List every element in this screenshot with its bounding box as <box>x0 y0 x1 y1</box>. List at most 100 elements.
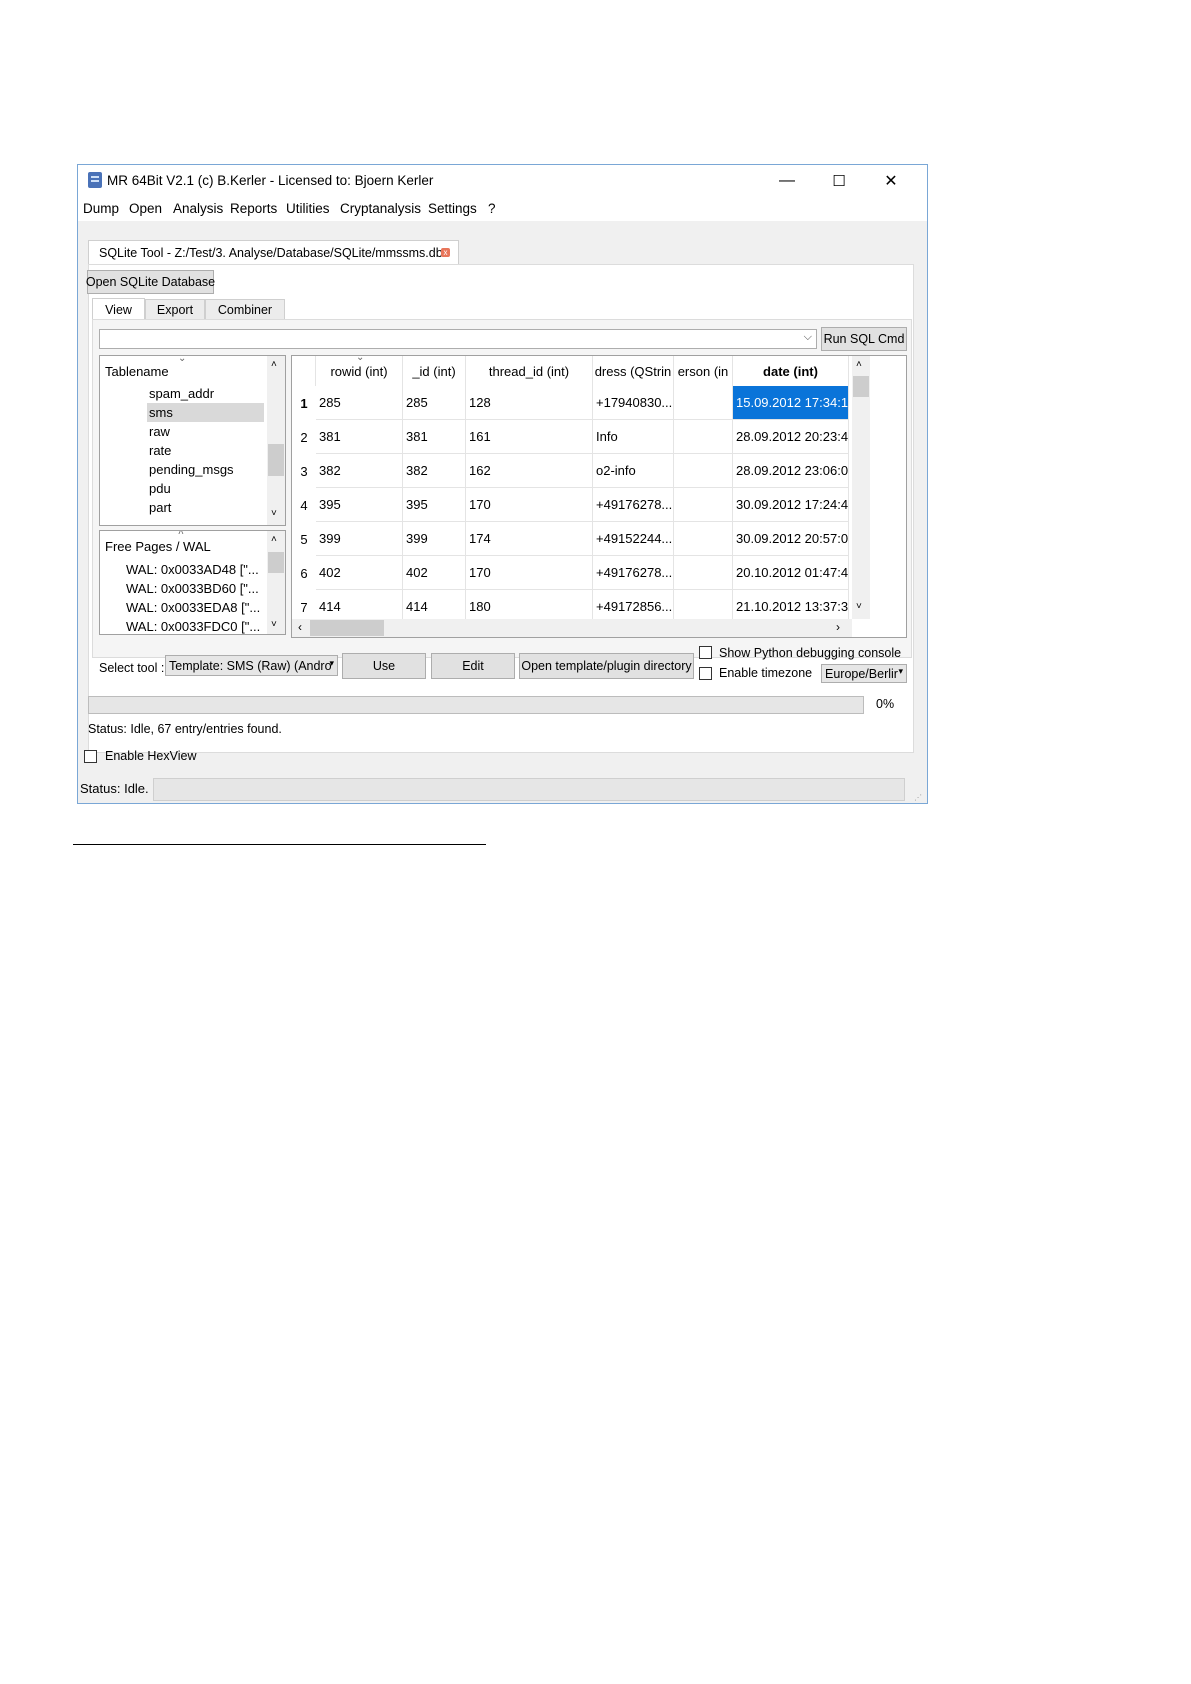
cell-address[interactable]: +49176278... <box>593 488 674 522</box>
column-header-person[interactable]: erson (in <box>674 356 733 386</box>
table-item-selected[interactable]: sms <box>147 403 264 422</box>
open-template-directory-button[interactable]: Open template/plugin directory <box>519 653 694 679</box>
open-sqlite-database-button[interactable]: Open SQLite Database <box>86 270 215 294</box>
cell-address[interactable]: +17940830... <box>593 386 674 420</box>
wal-item[interactable]: WAL: 0x0033AD48 ["... <box>126 562 259 577</box>
use-button[interactable]: Use <box>342 653 426 679</box>
tablelist-scrollbar[interactable]: ˄ ˅ <box>267 356 285 525</box>
run-sql-button[interactable]: Run SQL Cmd <box>821 327 907 351</box>
data-grid[interactable]: rowid (int) ⌄ _id (int) thread_id (int) … <box>291 355 907 638</box>
scroll-down-icon[interactable]: ˅ <box>271 619 277 630</box>
cell-id[interactable]: 285 <box>403 386 466 420</box>
cell-thread-id[interactable]: 161 <box>466 420 593 454</box>
scroll-thumb[interactable] <box>268 444 284 476</box>
sql-query-combo[interactable]: ⌵ <box>99 329 817 349</box>
timezone-checkbox[interactable] <box>699 667 712 680</box>
scroll-up-icon[interactable]: ˄ <box>856 359 862 370</box>
column-header-date[interactable]: date (int) <box>733 356 849 386</box>
minimize-button[interactable]: — <box>762 165 812 197</box>
resize-grip-icon[interactable]: ⋰ <box>914 793 922 802</box>
cell-person[interactable] <box>674 522 733 556</box>
template-select[interactable]: Template: SMS (Raw) (Andro ▾ <box>165 655 338 676</box>
cell-id[interactable]: 399 <box>403 522 466 556</box>
menu-help[interactable]: ? <box>488 201 496 216</box>
tab-export[interactable]: Export <box>145 299 205 320</box>
cell-date[interactable]: 28.09.2012 20:23:46 <box>733 420 849 454</box>
cell-rowid[interactable]: 382 <box>316 454 403 488</box>
menu-cryptanalysis[interactable]: Cryptanalysis <box>340 201 421 216</box>
column-header-address[interactable]: dress (QStrin <box>593 356 674 386</box>
cell-thread-id[interactable]: 162 <box>466 454 593 488</box>
cell-address[interactable]: o2-info <box>593 454 674 488</box>
scroll-thumb[interactable] <box>310 620 384 636</box>
grid-vertical-scrollbar[interactable]: ˄ ˅ <box>852 356 870 619</box>
cell-rowid[interactable]: 399 <box>316 522 403 556</box>
hexview-checkbox[interactable] <box>84 750 97 763</box>
menu-utilities[interactable]: Utilities <box>286 201 330 216</box>
cell-rowid[interactable]: 285 <box>316 386 403 420</box>
grid-horizontal-scrollbar[interactable]: ‹ › <box>292 619 852 637</box>
column-header-id[interactable]: _id (int) <box>403 356 466 386</box>
cell-date[interactable]: 30.09.2012 17:24:44 <box>733 488 849 522</box>
menu-open[interactable]: Open <box>129 201 162 216</box>
table-list[interactable]: ⌄ Tablename spam_addr sms raw rate pendi… <box>99 355 286 526</box>
timezone-select[interactable]: Europe/Berlir ▾ <box>821 664 907 683</box>
edit-button[interactable]: Edit <box>431 653 515 679</box>
free-pages-wal-list[interactable]: ˄ Free Pages / WAL WAL: 0x0033AD48 ["...… <box>99 530 286 635</box>
table-item[interactable]: spam_addr <box>147 384 264 403</box>
menu-analysis[interactable]: Analysis <box>173 201 223 216</box>
menu-settings[interactable]: Settings <box>428 201 477 216</box>
row-number[interactable]: 1 <box>292 386 316 420</box>
wal-item[interactable]: WAL: 0x0033BD60 ["... <box>126 581 259 596</box>
cell-id[interactable]: 395 <box>403 488 466 522</box>
cell-address[interactable]: Info <box>593 420 674 454</box>
table-item[interactable]: raw <box>147 422 264 441</box>
maximize-button[interactable]: ☐ <box>814 165 864 197</box>
cell-address[interactable]: +49176278... <box>593 556 674 590</box>
cell-address[interactable]: +49152244... <box>593 522 674 556</box>
scroll-down-icon[interactable]: ˅ <box>856 601 862 612</box>
cell-date[interactable]: 15.09.2012 17:34:14 <box>733 386 849 420</box>
table-item[interactable]: rate <box>147 441 264 460</box>
table-item[interactable]: part <box>147 498 264 517</box>
menu-dump[interactable]: Dump <box>83 201 119 216</box>
cell-id[interactable]: 382 <box>403 454 466 488</box>
cell-person[interactable] <box>674 488 733 522</box>
cell-thread-id[interactable]: 128 <box>466 386 593 420</box>
wal-scrollbar[interactable]: ˄ ˅ <box>267 531 285 634</box>
cell-rowid[interactable]: 395 <box>316 488 403 522</box>
close-button[interactable]: ✕ <box>866 165 916 197</box>
cell-thread-id[interactable]: 170 <box>466 556 593 590</box>
row-number[interactable]: 4 <box>292 488 316 522</box>
scroll-thumb[interactable] <box>268 552 284 573</box>
scroll-thumb[interactable] <box>853 376 869 397</box>
scroll-right-icon[interactable]: › <box>836 620 840 634</box>
cell-id[interactable]: 402 <box>403 556 466 590</box>
row-number[interactable]: 2 <box>292 420 316 454</box>
table-item[interactable]: pending_msgs <box>147 460 264 479</box>
python-console-checkbox[interactable] <box>699 646 712 659</box>
cell-date[interactable]: 20.10.2012 01:47:47 <box>733 556 849 590</box>
cell-rowid[interactable]: 381 <box>316 420 403 454</box>
column-header-thread-id[interactable]: thread_id (int) <box>466 356 593 386</box>
row-number[interactable]: 5 <box>292 522 316 556</box>
cell-id[interactable]: 381 <box>403 420 466 454</box>
cell-thread-id[interactable]: 174 <box>466 522 593 556</box>
scroll-up-icon[interactable]: ˄ <box>271 359 277 370</box>
cell-person[interactable] <box>674 556 733 590</box>
cell-date[interactable]: 28.09.2012 23:06:05 <box>733 454 849 488</box>
tab-view[interactable]: View <box>92 298 145 320</box>
tab-close-icon[interactable]: x <box>441 248 450 257</box>
wal-item[interactable]: WAL: 0x0033EDA8 ["... <box>126 600 260 615</box>
scroll-left-icon[interactable]: ‹ <box>298 620 302 634</box>
scroll-up-icon[interactable]: ˄ <box>271 534 277 545</box>
title-bar[interactable]: MR 64Bit V2.1 (c) B.Kerler - Licensed to… <box>78 165 927 197</box>
cell-person[interactable] <box>674 420 733 454</box>
tab-combiner[interactable]: Combiner <box>205 299 285 320</box>
scroll-down-icon[interactable]: ˅ <box>271 508 277 519</box>
cell-date[interactable]: 30.09.2012 20:57:06 <box>733 522 849 556</box>
wal-item[interactable]: WAL: 0x0033FDC0 ["... <box>126 619 260 634</box>
sqlite-tool-tab[interactable]: SQLite Tool - Z:/Test/3. Analyse/Databas… <box>88 240 459 265</box>
cell-thread-id[interactable]: 170 <box>466 488 593 522</box>
row-number[interactable]: 6 <box>292 556 316 590</box>
